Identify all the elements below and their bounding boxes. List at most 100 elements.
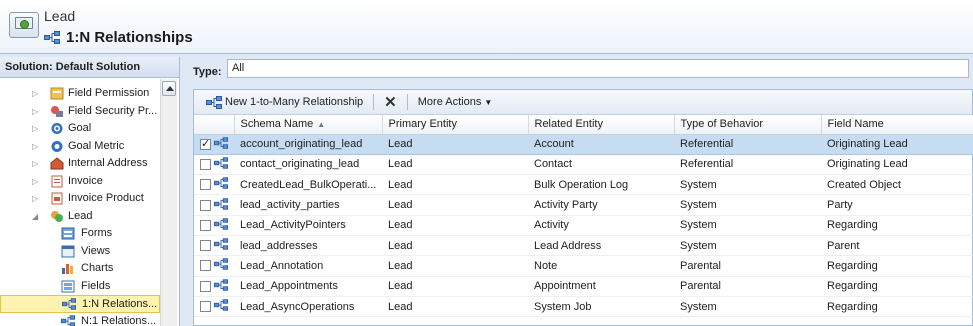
nav-item[interactable]: ▷ Internal Address xyxy=(0,155,160,173)
nav-item-label: Lead xyxy=(68,209,93,222)
row-checkbox[interactable] xyxy=(200,280,211,292)
nav-item-label: Invoice Product xyxy=(68,192,144,204)
table-cell: System xyxy=(674,174,821,196)
more-actions-button[interactable]: More Actions ▼ xyxy=(414,92,497,112)
relationship-icon xyxy=(44,30,60,44)
nav-item[interactable]: ▷ Goal xyxy=(0,120,160,138)
relationship-icon xyxy=(214,157,228,172)
select-all-header xyxy=(194,115,235,135)
table-row[interactable]: Lead_ActivityPointers Lead Activity System R… xyxy=(194,215,973,236)
relationship-icon xyxy=(62,298,76,311)
nav-item[interactable]: N:1 Relations... xyxy=(0,313,160,326)
relationships-grid: New 1-to-Many Relationship ✕ More Action… xyxy=(193,89,973,326)
table-row[interactable]: lead_activity_parties Lead Activity Party S… xyxy=(194,194,973,216)
column-header[interactable]: Schema Name ▲ xyxy=(234,115,383,135)
entity-customization-icon xyxy=(9,12,39,38)
column-header[interactable]: Type of Behavior xyxy=(674,115,822,135)
nav-item[interactable]: ▷ Goal Metric xyxy=(0,138,160,156)
nav-item[interactable]: ▷ Field Security Pr... xyxy=(0,103,160,121)
grid-toolbar: New 1-to-Many Relationship ✕ More Action… xyxy=(194,90,972,115)
table-cell: Regarding xyxy=(821,296,973,318)
row-checkbox[interactable] xyxy=(200,179,211,191)
table-body: account_originating_leadLeadAccountRefer… xyxy=(194,134,973,318)
nav-item[interactable]: 1:N Relations... xyxy=(0,295,160,313)
table-cell: Lead xyxy=(382,215,528,236)
toolbar-divider xyxy=(406,94,408,110)
toolbar-divider xyxy=(373,94,375,110)
field-permission-icon xyxy=(50,87,64,100)
nav-item[interactable]: ◢ Lead xyxy=(0,208,160,226)
table-row[interactable]: Lead_AsyncOperations Lead System Job System… xyxy=(194,296,973,318)
nav-item[interactable]: ▷ Invoice Product xyxy=(0,190,160,208)
row-select-cell xyxy=(194,134,234,155)
scroll-up-button[interactable] xyxy=(162,81,176,96)
nav-item-label: Internal Address xyxy=(68,157,148,169)
table-cell: CreatedLead_BulkOperati... xyxy=(234,174,382,196)
row-checkbox[interactable] xyxy=(200,158,211,170)
relationship-icon xyxy=(214,258,228,273)
fields-icon xyxy=(61,280,75,293)
row-select-cell xyxy=(194,235,234,257)
expand-arrow-icon[interactable]: ▷ xyxy=(32,173,38,190)
table-cell: Originating Lead xyxy=(821,154,973,176)
table-cell: Lead_Annotation xyxy=(234,255,382,277)
table-row[interactable]: Lead_Annotation Lead Note Parental Regarding xyxy=(194,255,973,277)
row-checkbox[interactable] xyxy=(200,199,211,211)
collapse-arrow-icon[interactable]: ◢ xyxy=(32,208,38,225)
nav-item-label: Forms xyxy=(81,227,113,239)
entity-title: Lead xyxy=(44,8,76,24)
table-cell: lead_activity_parties xyxy=(234,194,382,216)
column-header[interactable]: Related Entity xyxy=(528,115,675,135)
expand-arrow-icon[interactable]: ▷ xyxy=(32,120,38,137)
expand-arrow-icon[interactable]: ▷ xyxy=(32,85,38,102)
goal-icon xyxy=(50,122,64,135)
table-cell: Regarding xyxy=(821,215,973,236)
table-row[interactable]: lead_addresses Lead Lead Address System Pare… xyxy=(194,235,973,257)
table-cell: Note xyxy=(528,255,674,277)
column-header[interactable]: Primary Entity xyxy=(382,115,529,135)
table-row[interactable]: Lead_Appointments Lead Appointment Parental… xyxy=(194,276,973,297)
row-select-cell xyxy=(194,154,234,176)
relationship-icon xyxy=(214,136,228,152)
expand-arrow-icon[interactable]: ▷ xyxy=(32,103,38,120)
table-cell: Activity Party xyxy=(528,194,674,216)
table-row[interactable]: contact_originating_lead Lead Contact Refer… xyxy=(194,154,973,176)
nav-item-label: 1:N Relations... xyxy=(82,298,158,310)
column-header-label: Type of Behavior xyxy=(680,118,764,131)
relationship-icon xyxy=(214,197,228,213)
table-row[interactable]: account_originating_leadLeadAccountRefer… xyxy=(194,134,973,155)
nav-item[interactable]: Forms xyxy=(0,225,160,243)
expand-arrow-icon[interactable]: ▷ xyxy=(32,155,38,172)
column-header[interactable]: Field Name xyxy=(821,115,973,135)
expand-arrow-icon[interactable]: ▷ xyxy=(32,138,38,155)
relationship-icon xyxy=(214,177,228,192)
nav-item[interactable]: Views xyxy=(0,243,160,261)
relationships-table: Schema Name ▲ Primary Entity Related Entity… xyxy=(194,115,973,318)
row-checkbox[interactable] xyxy=(200,219,211,231)
row-checkbox[interactable] xyxy=(200,137,211,150)
table-cell: Lead xyxy=(382,194,528,216)
more-actions-label: More Actions xyxy=(417,96,482,108)
main-panel: Type: All New 1-to-Many Relationship ✕ M… xyxy=(183,57,973,326)
expand-arrow-icon[interactable]: ▷ xyxy=(32,190,38,207)
table-cell: Parent xyxy=(821,235,973,257)
lead-icon xyxy=(50,210,64,223)
new-relationship-button[interactable]: New 1-to-Many Relationship xyxy=(202,92,367,112)
type-filter-select[interactable]: All xyxy=(227,59,969,78)
charts-icon xyxy=(61,262,75,275)
row-checkbox[interactable] xyxy=(200,260,211,272)
nav-item[interactable]: Fields xyxy=(0,278,160,296)
nav-item[interactable]: Charts xyxy=(0,260,160,278)
chevron-down-icon: ▼ xyxy=(484,97,493,107)
nav-item[interactable]: ▷ Invoice xyxy=(0,173,160,191)
page-title: 1:N Relationships xyxy=(66,28,193,46)
solution-navigation: Solution: Default Solution ▷ Field Permis… xyxy=(0,57,180,326)
delete-button[interactable]: ✕ xyxy=(380,92,401,112)
relationship-icon xyxy=(214,238,228,253)
nav-item[interactable]: ▷ Field Permission xyxy=(0,85,160,103)
table-row[interactable]: CreatedLead_BulkOperati... Lead Bulk Opera… xyxy=(194,174,973,196)
row-checkbox[interactable] xyxy=(200,301,211,313)
row-checkbox[interactable] xyxy=(200,240,211,252)
nav-scrollbar[interactable] xyxy=(160,79,177,326)
table-cell: Lead xyxy=(382,134,528,155)
